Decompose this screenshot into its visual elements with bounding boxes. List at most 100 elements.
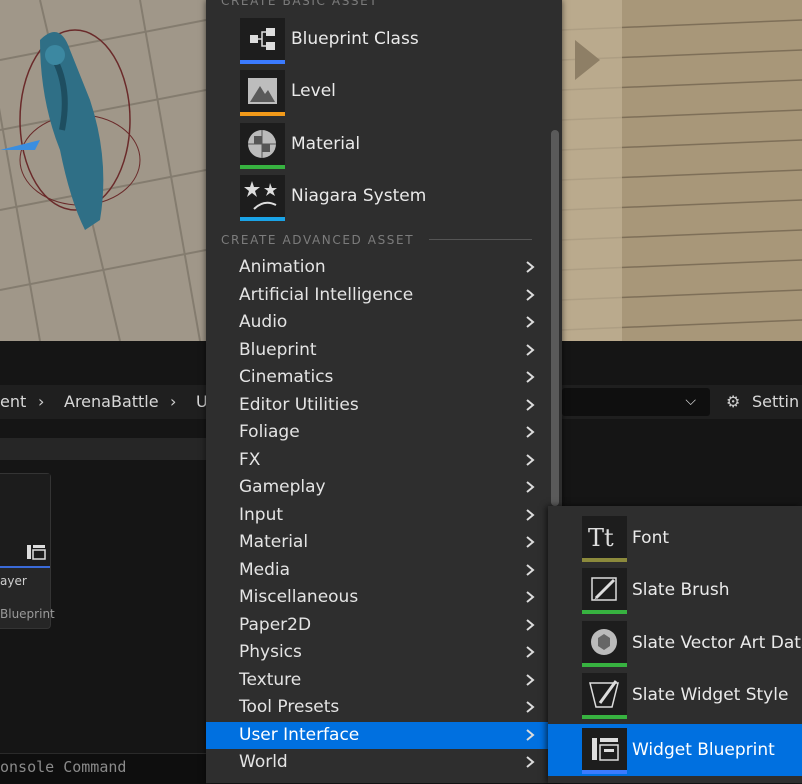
menu-item-blueprint-class[interactable]: Blueprint Class: [240, 18, 540, 66]
submenu-item-slate-widget-style[interactable]: Slate Widget Style: [548, 673, 802, 725]
chevron-right-icon: [526, 618, 535, 631]
section-header-basic: CREATE BASIC ASSET: [221, 0, 379, 8]
chevron-right-icon: ›: [170, 392, 177, 411]
menu-item-label: User Interface: [239, 724, 360, 745]
menu-item-label: FX: [239, 449, 261, 470]
menu-item-artificial-intelligence[interactable]: Artificial Intelligence: [206, 282, 551, 309]
widget-blueprint-icon: [582, 728, 627, 770]
menu-item-label: World: [239, 752, 288, 772]
submenu-item-label: Font: [632, 528, 670, 548]
submenu-item-slate-vector-art-data[interactable]: Slate Vector Art Data: [548, 621, 802, 673]
menu-item-label: Paper2D: [239, 614, 312, 635]
menu-item-label: Artificial Intelligence: [239, 284, 414, 305]
chevron-right-icon: [526, 371, 535, 383]
menu-item-cinematics[interactable]: Cinematics: [206, 364, 551, 391]
menu-item-physics[interactable]: Physics: [206, 639, 551, 666]
user-interface-submenu: Tt Font Slate Brush Slate Vector Art Dat…: [548, 506, 802, 783]
type-color-bar: [582, 715, 627, 719]
font-icon: Tt: [582, 516, 627, 558]
divider: [429, 239, 532, 240]
menu-item-label: Tool Presets: [239, 697, 340, 717]
chevron-right-icon: [526, 536, 535, 548]
menu-item-niagara-system[interactable]: Niagara System: [240, 175, 540, 223]
menu-item-label: Physics: [239, 642, 302, 662]
path-dropdown[interactable]: ⌵: [562, 388, 710, 416]
menu-scrollbar-thumb[interactable]: [551, 130, 559, 506]
gear-icon: ⚙: [726, 392, 741, 411]
console-placeholder: onsole Command: [0, 758, 127, 776]
console-command-input[interactable]: onsole Command: [0, 753, 206, 784]
menu-item-foliage[interactable]: Foliage: [206, 419, 551, 446]
menu-item-label: Audio: [239, 312, 288, 332]
asset-type-underline: [0, 566, 50, 568]
menu-item-animation[interactable]: Animation: [206, 254, 551, 281]
asset-type: Blueprint: [0, 607, 55, 621]
chevron-right-icon: [526, 673, 535, 686]
level-icon: [240, 70, 285, 112]
menu-item-label: Input: [239, 504, 284, 525]
chevron-right-icon: [526, 261, 535, 273]
chevron-right-icon: [526, 756, 535, 768]
menu-item-user-interface[interactable]: User Interface: [206, 721, 551, 749]
widget-blueprint-icon: [27, 545, 46, 560]
slate-vector-art-icon: [582, 621, 627, 663]
type-color-bar: [582, 663, 627, 667]
menu-item-input[interactable]: Input: [206, 502, 551, 529]
menu-item-label: Miscellaneous: [239, 587, 359, 607]
breadcrumb-item[interactable]: ent: [0, 392, 26, 411]
type-color-bar: [582, 558, 627, 562]
menu-item-label: Texture: [239, 669, 302, 690]
menu-item-material[interactable]: Material: [240, 123, 540, 171]
menu-item-paper2d[interactable]: Paper2D: [206, 612, 551, 639]
menu-item-tool-presets[interactable]: Tool Presets: [206, 694, 551, 721]
type-color-bar: [240, 165, 285, 169]
blueprint-class-icon: [240, 18, 285, 60]
menu-scrollbar[interactable]: [551, 130, 559, 506]
niagara-system-icon: [240, 175, 285, 217]
menu-item-fx[interactable]: FX: [206, 447, 551, 474]
type-color-bar: [240, 217, 285, 221]
menu-item-label: Foliage: [239, 422, 300, 442]
menu-item-label: Level: [291, 81, 336, 101]
submenu-item-widget-blueprint[interactable]: Widget Blueprint: [548, 724, 802, 776]
menu-item-texture[interactable]: Texture: [206, 667, 551, 694]
submenu-item-slate-brush[interactable]: Slate Brush: [548, 568, 802, 620]
submenu-item-label: Slate Widget Style: [632, 685, 789, 705]
chevron-right-icon: [526, 701, 535, 713]
slate-widget-style-icon: [582, 673, 627, 715]
submenu-item-label: Widget Blueprint: [632, 740, 775, 760]
chevron-down-icon: ⌵: [685, 393, 696, 409]
menu-item-audio[interactable]: Audio: [206, 309, 551, 336]
menu-item-label: Blueprint: [239, 339, 317, 360]
menu-item-level[interactable]: Level: [240, 70, 540, 118]
chevron-right-icon: [526, 453, 535, 466]
breadcrumb-item[interactable]: ArenaBattle: [64, 392, 159, 411]
type-color-bar: [582, 770, 627, 774]
chevron-right-icon: [526, 563, 535, 576]
menu-item-label: Gameplay: [239, 477, 326, 497]
chevron-right-icon: [526, 481, 535, 493]
menu-item-media[interactable]: Media: [206, 557, 551, 584]
menu-item-label: Blueprint Class: [291, 29, 419, 49]
menu-item-gameplay[interactable]: Gameplay: [206, 474, 551, 501]
chevron-right-icon: ›: [38, 392, 45, 411]
menu-item-label: Animation: [239, 257, 326, 277]
settings-label: Settin: [752, 392, 800, 411]
chevron-right-icon: [526, 343, 535, 356]
asset-tile[interactable]: ayer Blueprint: [0, 473, 55, 629]
menu-item-material[interactable]: Material: [206, 529, 551, 556]
menu-item-editor-utilities[interactable]: Editor Utilities: [206, 392, 551, 419]
menu-item-miscellaneous[interactable]: Miscellaneous: [206, 584, 551, 611]
chevron-right-icon: [526, 508, 535, 521]
submenu-item-label: Slate Vector Art Data: [632, 633, 802, 653]
settings-button[interactable]: ⚙ Settin: [726, 392, 799, 411]
menu-item-blueprint[interactable]: Blueprint: [206, 337, 551, 364]
section-header-advanced: CREATE ADVANCED ASSET: [221, 233, 415, 247]
chevron-right-icon: [526, 398, 535, 411]
asset-name: ayer: [0, 574, 27, 588]
menu-item-label: Editor Utilities: [239, 394, 359, 415]
chevron-right-icon: [526, 591, 535, 603]
submenu-item-font[interactable]: Tt Font: [548, 516, 802, 568]
menu-item-world[interactable]: World: [206, 749, 551, 776]
menu-item-label: Material: [239, 532, 309, 552]
